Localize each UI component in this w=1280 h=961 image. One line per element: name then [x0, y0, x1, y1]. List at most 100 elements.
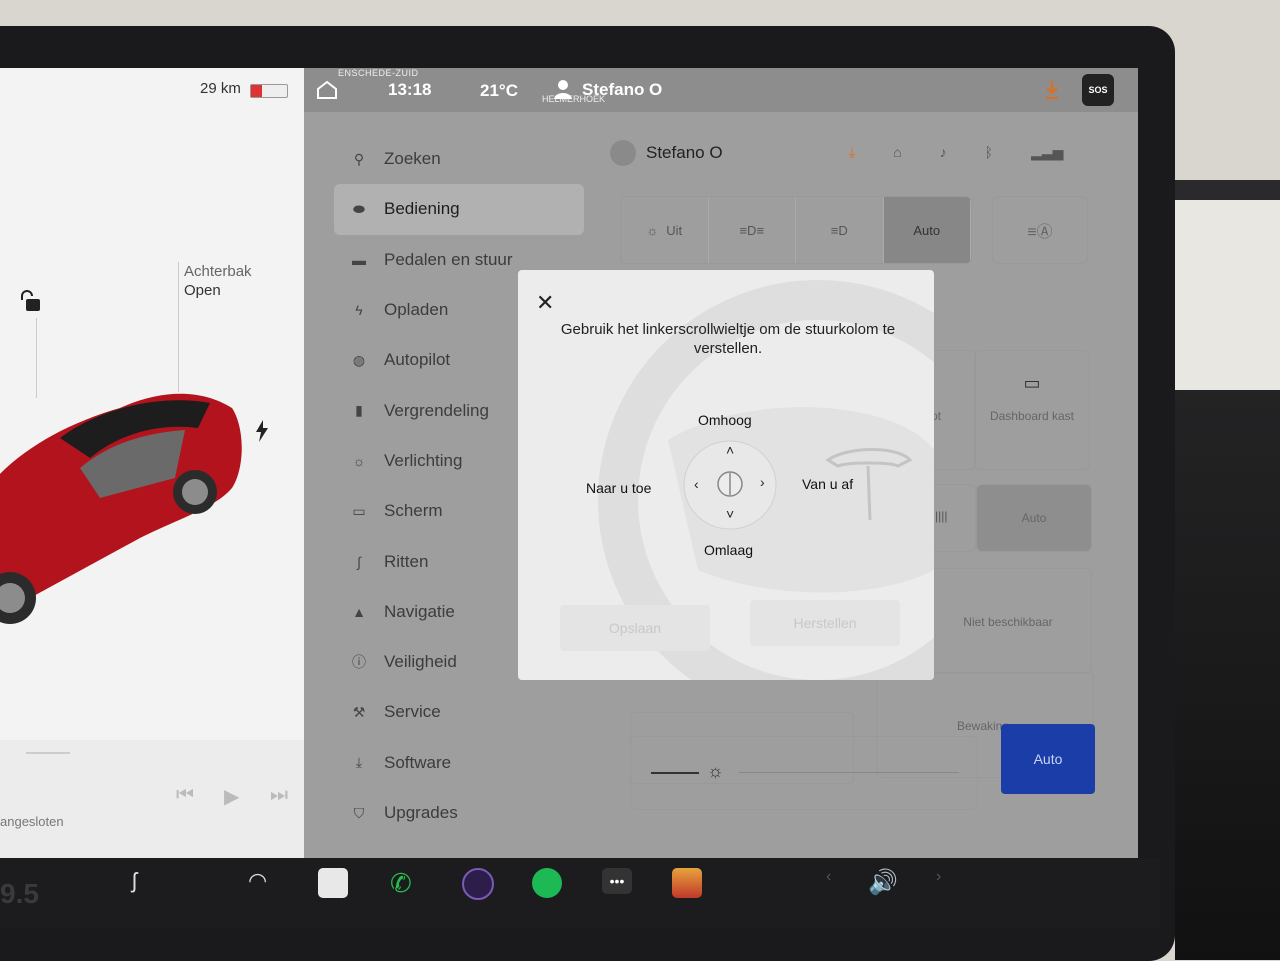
- menu-item-service[interactable]: ⚒ Service: [334, 687, 584, 737]
- previous-track-icon[interactable]: ⏮: [176, 784, 194, 807]
- low-beam-button[interactable]: ≡D: [796, 197, 884, 263]
- avatar: [610, 140, 636, 166]
- status-icons: ⤓ ⌂ ♪ ᛒ ▂▃▅: [849, 144, 1063, 161]
- brightness-auto-button[interactable]: Auto: [1001, 724, 1095, 794]
- phone-icon[interactable]: ✆: [390, 868, 412, 899]
- not-available-label: Niet beschikbaar: [963, 615, 1053, 629]
- volume-up-icon[interactable]: ›: [936, 868, 941, 886]
- car-panel: 29 km Achterbak Open angesloten ⏮ ▶ ⏭: [0, 68, 318, 858]
- brightness-slider[interactable]: ☼: [630, 736, 978, 810]
- menu-item-label: Ritten: [384, 551, 429, 571]
- media-handle[interactable]: [26, 752, 70, 754]
- sun-icon: ☼: [352, 452, 366, 469]
- menu-item-bediening[interactable]: ⬬ Bediening: [334, 184, 584, 235]
- range-readout: 29 km: [200, 80, 241, 97]
- play-icon[interactable]: ▶: [224, 784, 239, 809]
- steering-column-dialog: ✕ Gebruik het linkerscrollwieltje om de …: [518, 270, 934, 680]
- download-icon[interactable]: ⤓: [849, 144, 855, 161]
- battery-icon: [250, 84, 288, 98]
- bolt-icon: ϟ: [355, 302, 363, 319]
- brightness-track-active: [651, 772, 699, 774]
- car-image: [0, 393, 242, 624]
- search-icon: ⚲: [353, 150, 365, 167]
- dashboard-kast-button[interactable]: ▭ Dashboard kast: [974, 350, 1090, 470]
- arcade-icon[interactable]: [672, 868, 702, 898]
- location-label: ENSCHEDE-ZUID: [338, 68, 419, 78]
- sun-icon: ☼: [646, 222, 659, 238]
- more-apps-icon[interactable]: •••: [602, 868, 632, 894]
- profile-header[interactable]: Stefano O: [610, 140, 723, 166]
- menu-item-label: Software: [384, 752, 452, 772]
- away-label: Van u af: [802, 476, 854, 492]
- menu-item-label: Pedalen en stuur: [384, 249, 513, 269]
- up-label: Omhoog: [698, 412, 752, 428]
- lock-icon: ▮: [355, 402, 363, 419]
- software-update-icon[interactable]: [1044, 80, 1060, 100]
- menu-item-software[interactable]: ⤓ Software: [334, 738, 584, 788]
- outside-temperature: 21°C: [480, 81, 518, 100]
- display-icon: ▭: [352, 502, 366, 519]
- seat-heater-icon[interactable]: ʃ: [132, 868, 137, 894]
- tile-not-available: Niet beschikbaar: [924, 568, 1092, 674]
- volume-icon[interactable]: 🔊: [868, 868, 898, 897]
- car-icon: ▬: [352, 251, 366, 268]
- chevron-left-icon: ‹: [694, 476, 699, 492]
- lights-auto-button[interactable]: Auto: [883, 197, 971, 263]
- toggle-icon: ⬬: [353, 200, 365, 217]
- unlocked-icon[interactable]: [20, 290, 46, 314]
- wiper-auto-label: Auto: [1021, 511, 1047, 525]
- parking-lights-button[interactable]: ≡D≡: [709, 197, 796, 263]
- trips-icon: ∫: [357, 553, 361, 570]
- user-icon[interactable]: [552, 78, 574, 100]
- auto-high-beam-icon: ≡Ⓐ: [1027, 224, 1053, 241]
- bluetooth-icon[interactable]: ᛒ: [985, 144, 993, 161]
- spotify-icon[interactable]: [532, 868, 562, 898]
- lights-off-label: Uit: [666, 222, 683, 238]
- lights-auto-label: Auto: [913, 222, 941, 238]
- down-label: Omlaag: [704, 542, 754, 558]
- trunk-control[interactable]: Achterbak Open: [184, 262, 252, 300]
- garage-icon[interactable]: ⌂: [893, 144, 901, 161]
- dashboard-kast-label: Dashboard kast: [989, 409, 1075, 423]
- menu-item-label: Zoeken: [384, 149, 441, 169]
- navigation-icon: ▲: [352, 603, 366, 620]
- next-track-icon[interactable]: ⏭: [270, 784, 288, 807]
- parking-lights-icon: ≡D≡: [739, 222, 765, 238]
- menu-item-upgrades[interactable]: ⛉ Upgrades: [334, 788, 584, 838]
- bag-icon: ⛉: [353, 804, 365, 821]
- defrost-icon[interactable]: ◠: [248, 868, 267, 894]
- headlight-selector: ☼ Uit ≡D≡ ≡D Auto: [620, 196, 972, 264]
- download-icon: ⤓: [355, 754, 363, 771]
- close-icon[interactable]: ✕: [536, 290, 554, 316]
- camera-icon[interactable]: [462, 868, 494, 900]
- touchscreen: 29 km Achterbak Open angesloten ⏮ ▶ ⏭ EN…: [0, 68, 1138, 858]
- chevron-down-icon: ˅: [726, 506, 735, 522]
- menu-item-zoeken[interactable]: ⚲ Zoeken: [334, 134, 584, 184]
- reset-button[interactable]: Herstellen: [750, 600, 900, 646]
- driver-profile[interactable]: Stefano O: [582, 80, 662, 100]
- bell-icon[interactable]: ♪: [940, 144, 947, 161]
- chevron-right-icon: ›: [760, 474, 765, 490]
- menu-item-label: Veiligheid: [384, 652, 457, 672]
- auto-high-beam-button[interactable]: ≡Ⓐ: [992, 196, 1088, 264]
- top-status-bar: ENSCHEDE-ZUID HELMERHOEK 13:18 21°C Stef…: [304, 68, 1138, 112]
- menu-item-label: Service: [384, 702, 441, 722]
- save-button[interactable]: Opslaan: [560, 605, 710, 651]
- menu-item-label: Autopilot: [384, 350, 451, 370]
- media-status: angesloten: [0, 814, 64, 829]
- temperature-control[interactable]: 9.5: [0, 878, 39, 910]
- lights-off-button[interactable]: ☼ Uit: [621, 197, 709, 263]
- profile-name: Stefano O: [646, 143, 723, 162]
- toybox-icon[interactable]: [318, 868, 348, 898]
- toward-label: Naar u toe: [586, 480, 652, 496]
- volume-down-icon[interactable]: ‹: [826, 868, 831, 886]
- sos-button[interactable]: SOS: [1082, 74, 1114, 106]
- background-strip: [1175, 200, 1280, 390]
- homelink-icon[interactable]: [316, 80, 338, 100]
- scroll-wheel-icon: [717, 471, 743, 497]
- wiper-auto-button[interactable]: Auto: [976, 484, 1092, 552]
- taskbar: [0, 858, 1160, 928]
- wiper-bars-icon: ||||: [935, 509, 948, 523]
- menu-item-label: Vergrendeling: [384, 400, 489, 420]
- menu-item-label: Opladen: [384, 300, 449, 320]
